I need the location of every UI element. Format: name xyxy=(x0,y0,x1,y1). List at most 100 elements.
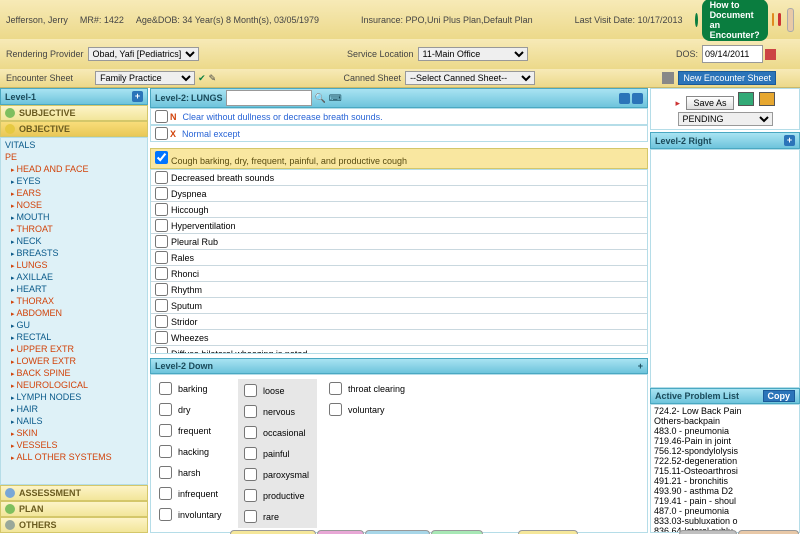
level1-add-icon[interactable]: + xyxy=(132,91,143,102)
problem-item[interactable]: 719.46-Pain in joint xyxy=(654,436,796,446)
tree-item[interactable]: NOSE xyxy=(3,199,145,211)
level2-expand-icon[interactable] xyxy=(619,93,630,104)
keyboard-icon[interactable]: ⌨ xyxy=(329,93,342,104)
finding-item[interactable]: Decreased breath sounds xyxy=(151,170,647,186)
tree-item[interactable]: BACK SPINE xyxy=(3,367,145,379)
tree-item[interactable]: BREASTS xyxy=(3,247,145,259)
tree-item[interactable]: VESSELS xyxy=(3,439,145,451)
tree-item[interactable]: NECK xyxy=(3,235,145,247)
problem-item[interactable]: 719.41 - pain - shoul xyxy=(654,496,796,506)
finding-item[interactable]: Rhythm xyxy=(151,282,647,298)
check-icon[interactable]: ✔ xyxy=(198,73,206,84)
print-icon[interactable] xyxy=(662,72,674,84)
tree-item[interactable]: SKIN xyxy=(3,427,145,439)
tree-item[interactable]: PE xyxy=(3,151,145,163)
level2-add-icon[interactable] xyxy=(632,93,643,104)
soap-objective[interactable]: OBJECTIVE xyxy=(0,121,148,137)
tree-item[interactable]: ABDOMEN xyxy=(3,307,145,319)
problem-item[interactable]: 724.2- Low Back Pain xyxy=(654,406,796,416)
finding-item[interactable]: Dyspnea xyxy=(151,186,647,202)
modifier-checkbox[interactable]: loose xyxy=(240,381,315,400)
bottom-tab[interactable]: Doc. Mgmt xyxy=(679,530,738,534)
modifier-checkbox[interactable]: rare xyxy=(240,507,315,526)
quick-normal-row[interactable]: NClear without dullness or decrease brea… xyxy=(150,108,648,125)
tree-item[interactable]: NEUROLOGICAL xyxy=(3,379,145,391)
tree-item[interactable]: ALL OTHER SYSTEMS xyxy=(3,451,145,463)
tree-item[interactable]: LUNGS xyxy=(3,259,145,271)
problem-item[interactable]: 487.0 - pneumonia xyxy=(654,506,796,516)
modifier-checkbox[interactable]: dry xyxy=(155,400,230,419)
finding-item[interactable]: Pleural Rub xyxy=(151,234,647,250)
tree-item[interactable]: LYMPH NODES xyxy=(3,391,145,403)
finding-item[interactable]: Sputum xyxy=(151,298,647,314)
finding-item[interactable]: Hiccough xyxy=(151,202,647,218)
problem-item[interactable]: 722.52-degeneration xyxy=(654,456,796,466)
quick-except-row[interactable]: XNormal except xyxy=(150,125,648,142)
tree-item[interactable]: LOWER EXTR xyxy=(3,355,145,367)
tree-item[interactable]: RECTAL xyxy=(3,331,145,343)
problem-item[interactable]: 833.03-subluxation o xyxy=(654,516,796,526)
tree-item[interactable]: AXILLAE xyxy=(3,271,145,283)
finding-item[interactable]: Wheezes xyxy=(151,330,647,346)
soap-assessment[interactable]: ASSESSMENT xyxy=(0,485,148,501)
finding-item[interactable]: Rhonci xyxy=(151,266,647,282)
tree-item[interactable]: HEART xyxy=(3,283,145,295)
tree-item[interactable]: EARS xyxy=(3,187,145,199)
service-location-select[interactable]: 11-Main Office xyxy=(418,47,528,61)
close-icon[interactable] xyxy=(778,13,781,26)
problem-item[interactable]: 756.12-spondylolysis xyxy=(654,446,796,456)
bottom-tab[interactable]: Current Encounter xyxy=(230,530,316,534)
help-icon[interactable] xyxy=(772,13,775,26)
modifier-checkbox[interactable]: voluntary xyxy=(325,400,405,419)
refresh-icon[interactable] xyxy=(695,13,698,27)
selected-finding[interactable]: Cough barking, dry, frequent, painful, a… xyxy=(150,148,648,169)
new-encounter-button[interactable]: New Encounter Sheet xyxy=(678,71,776,85)
canned-sheet-select[interactable]: --Select Canned Sheet-- xyxy=(405,71,535,85)
copy-button[interactable]: Copy xyxy=(763,390,796,402)
modifier-checkbox[interactable]: occasional xyxy=(240,423,315,442)
modifier-checkbox[interactable]: barking xyxy=(155,379,230,398)
finding-item[interactable]: Stridor xyxy=(151,314,647,330)
tree-item[interactable]: MOUTH xyxy=(3,211,145,223)
calendar-icon[interactable] xyxy=(765,49,776,60)
bottom-tab[interactable]: Visit Hx xyxy=(317,530,363,534)
problem-item[interactable]: 493.90 - asthma D2 xyxy=(654,486,796,496)
tree-item[interactable]: VITALS xyxy=(3,139,145,151)
modifier-checkbox[interactable]: frequent xyxy=(155,421,230,440)
finding-item[interactable]: Rales xyxy=(151,250,647,266)
modifier-checkbox[interactable]: productive xyxy=(240,486,315,505)
search-icon[interactable]: 🔍 xyxy=(315,93,326,104)
tree-item[interactable]: HEAD AND FACE xyxy=(3,163,145,175)
soap-subjective[interactable]: SUBJECTIVE xyxy=(0,105,148,121)
status-select[interactable]: PENDING xyxy=(678,112,773,126)
problem-item[interactable]: 715.11-Osteoarthrosi xyxy=(654,466,796,476)
soap-others[interactable]: OTHERS xyxy=(0,517,148,533)
bottom-tab[interactable]: Face Sheet xyxy=(738,530,799,534)
level2-search-input[interactable] xyxy=(226,90,312,106)
level2-down-add-icon[interactable]: + xyxy=(638,361,643,371)
edit-icon[interactable]: ✎ xyxy=(209,73,217,84)
finding-item[interactable]: Hyperventilation xyxy=(151,218,647,234)
problem-item[interactable]: 483.0 - pneumonia xyxy=(654,426,796,436)
modifier-checkbox[interactable]: painful xyxy=(240,444,315,463)
rendering-provider-select[interactable]: Obad, Yafi [Pediatrics] xyxy=(88,47,199,61)
level2-right-add-icon[interactable]: + xyxy=(784,135,795,146)
modifier-checkbox[interactable]: involuntary xyxy=(155,505,230,524)
flag-icon[interactable]: ▸ xyxy=(675,98,680,108)
soap-plan[interactable]: PLAN xyxy=(0,501,148,517)
word-icon[interactable] xyxy=(738,92,754,106)
help-link[interactable]: How to Document an Encounter? xyxy=(702,0,768,41)
tree-item[interactable]: GU xyxy=(3,319,145,331)
tree-item[interactable]: NAILS xyxy=(3,415,145,427)
encounter-sheet-select[interactable]: Family Practice xyxy=(95,71,195,85)
modifier-checkbox[interactable]: harsh xyxy=(155,463,230,482)
tree-item[interactable]: UPPER EXTR xyxy=(3,343,145,355)
bottom-tab[interactable]: Flow Sheet xyxy=(518,530,578,534)
modifier-checkbox[interactable]: nervous xyxy=(240,402,315,421)
problem-item[interactable]: Others-backpain xyxy=(654,416,796,426)
tree-item[interactable]: HAIR xyxy=(3,403,145,415)
doc-icon[interactable] xyxy=(759,92,775,106)
tree-item[interactable]: THROAT xyxy=(3,223,145,235)
save-as-button[interactable]: Save As xyxy=(686,96,733,110)
modifier-checkbox[interactable]: throat clearing xyxy=(325,379,405,398)
